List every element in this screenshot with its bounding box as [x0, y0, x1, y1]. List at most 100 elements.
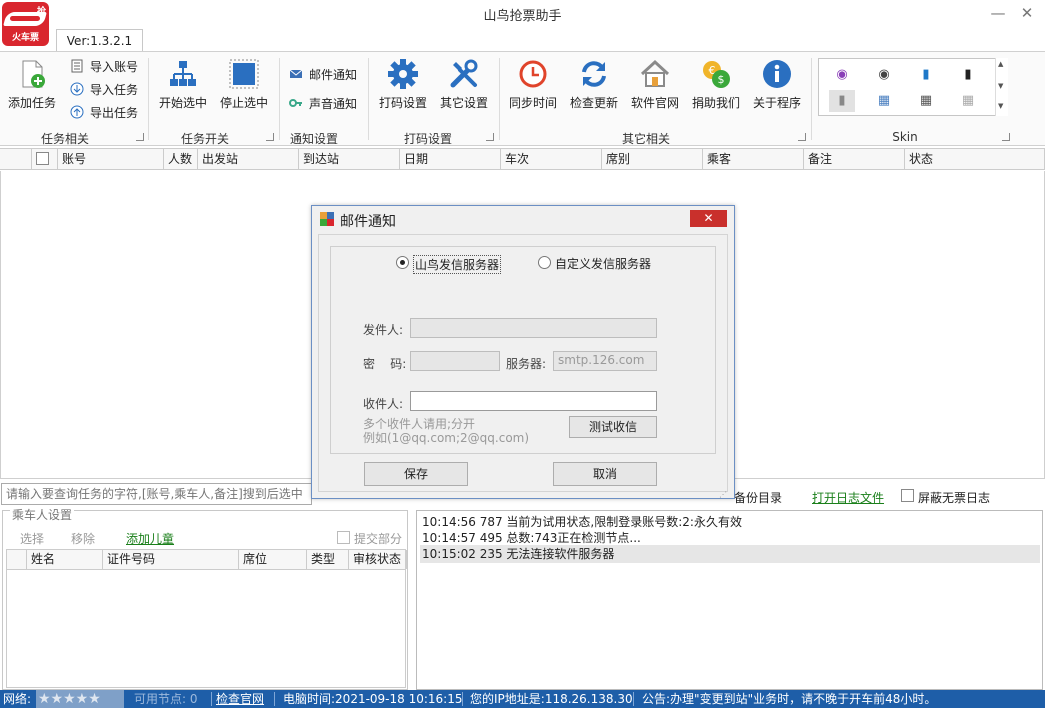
group-launcher[interactable] — [798, 133, 806, 141]
group-launcher[interactable] — [136, 133, 144, 141]
receiver-example: 例如(1@qq.com;2@qq.com) — [363, 431, 530, 445]
receiver-label: 收件人: — [363, 397, 404, 411]
document-icon — [71, 59, 83, 73]
captcha-settings-button[interactable]: 打码设置 — [374, 58, 432, 122]
column-header[interactable]: 类型 — [307, 550, 349, 569]
check-update-button[interactable]: 检查更新 — [566, 58, 622, 122]
office-logo-icon[interactable]: ▮ — [913, 64, 939, 86]
coins-icon: € $ — [703, 61, 730, 88]
key-icon — [289, 99, 302, 107]
app-logo[interactable]: 抢 火车票 — [2, 2, 49, 46]
close-button[interactable]: ✕ — [1016, 3, 1038, 23]
column-header[interactable]: 审核状态 — [349, 550, 407, 569]
hide-no-ticket-label: 屏蔽无票日志 — [918, 491, 991, 505]
import-account-button[interactable]: 导入账号 — [70, 57, 138, 77]
arrow-up-circle-icon — [70, 105, 84, 119]
test-receive-button[interactable]: 测试收信 — [569, 416, 657, 438]
builtin-server-label[interactable]: 山鸟发信服务器 — [413, 255, 502, 274]
version-tab[interactable]: Ver:1.3.2.1 — [56, 29, 143, 52]
password-input[interactable] — [410, 351, 500, 371]
server-input[interactable]: smtp.126.com — [553, 351, 657, 371]
stop-selected-button[interactable]: 停止选中 — [216, 58, 272, 122]
other-settings-button[interactable]: 其它设置 — [436, 58, 492, 122]
passenger-table-header: 姓名 证件号码 席位 类型 审核状态 — [6, 549, 407, 570]
import-task-button[interactable]: 导入任务 — [70, 80, 138, 100]
skin-theme-icon[interactable]: ◉ — [829, 64, 855, 86]
column-header[interactable]: 备注 — [804, 149, 905, 170]
submit-part-checkbox[interactable] — [337, 531, 350, 544]
backup-dir-link[interactable]: 备份目录 — [734, 489, 782, 506]
group-label-other: 其它相关 — [621, 132, 670, 146]
cancel-button[interactable]: 取消 — [553, 462, 657, 486]
resize-grip-icon[interactable]: ⋰ — [719, 490, 727, 499]
stop-square-icon — [229, 59, 259, 89]
sender-input[interactable] — [410, 318, 657, 338]
check-site-link[interactable]: 检查官网 — [216, 690, 264, 708]
column-header[interactable]: 姓名 — [27, 550, 103, 569]
dialog-close-button[interactable]: ✕ — [690, 210, 727, 227]
office-logo-icon[interactable]: ▮ — [955, 64, 981, 86]
notice: 公告:办理"变更到站"业务时，请不晚于开车前48小时。 — [642, 692, 937, 706]
column-header[interactable]: 席位 — [239, 550, 307, 569]
column-header[interactable]: 席别 — [602, 149, 703, 170]
mail-notify-button[interactable]: 邮件通知 — [289, 65, 357, 85]
arrow-down-circle-icon — [70, 82, 84, 96]
add-task-button[interactable]: 添加任务 — [6, 58, 58, 122]
save-button[interactable]: 保存 — [364, 462, 468, 486]
sound-notify-button[interactable]: 声音通知 — [289, 94, 357, 114]
column-header[interactable]: 状态 — [905, 149, 1045, 170]
column-header[interactable]: 日期 — [400, 149, 501, 170]
remove-passenger-button[interactable]: 移除 — [71, 530, 95, 547]
status-bar: 网络: ★★★★★ 可用节点: 0 检查官网 电脑时间:2021-09-18 1… — [0, 690, 1045, 708]
tools-icon — [450, 59, 478, 88]
skin-gallery[interactable]: ◉ ◉ ▮ ▮ ▮ ▦ ▦ ▦ — [818, 58, 1008, 116]
skin-scrollbar[interactable]: ▲ ▼ ▼ — [995, 58, 1008, 116]
group-launcher[interactable] — [486, 133, 494, 141]
task-search-input[interactable] — [1, 483, 312, 505]
group-launcher[interactable] — [1002, 133, 1010, 141]
column-header[interactable]: 乘客 — [703, 149, 804, 170]
donate-button[interactable]: € $ 捐助我们 — [688, 58, 744, 122]
grid-theme-icon[interactable]: ▦ — [871, 90, 897, 112]
network-rating: ★★★★★ — [36, 690, 124, 708]
group-label-task: 任务相关 — [40, 132, 89, 146]
available-nodes: 可用节点: 0 — [134, 692, 198, 706]
task-table-header: 账号 人数 出发站 到达站 日期 车次 席别 乘客 备注 状态 — [0, 148, 1045, 170]
hide-no-ticket-checkbox[interactable] — [901, 489, 914, 502]
svg-text:$: $ — [718, 73, 725, 86]
passenger-table-body[interactable] — [6, 570, 406, 688]
export-task-button[interactable]: 导出任务 — [70, 103, 138, 123]
custom-server-radio[interactable] — [538, 256, 551, 269]
column-header[interactable]: 到达站 — [299, 149, 400, 170]
grid-theme-icon[interactable]: ▦ — [955, 90, 981, 112]
column-header[interactable]: 车次 — [501, 149, 602, 170]
minimize-button[interactable]: — — [987, 3, 1009, 23]
sync-time-button[interactable]: 同步时间 — [505, 58, 561, 122]
receiver-input[interactable] — [410, 391, 657, 411]
office-logo-icon[interactable]: ▮ — [829, 90, 855, 112]
group-label-skin: Skin — [892, 130, 918, 144]
network-label: 网络: — [3, 692, 32, 706]
builtin-server-radio[interactable] — [396, 256, 409, 269]
add-child-link[interactable]: 添加儿童 — [126, 530, 174, 547]
select-passenger-button[interactable]: 选择 — [20, 530, 44, 547]
column-header[interactable]: 出发站 — [198, 149, 299, 170]
column-header[interactable]: 账号 — [58, 149, 164, 170]
group-label-switch: 任务开关 — [180, 132, 229, 146]
refresh-icon — [582, 61, 606, 87]
custom-server-label[interactable]: 自定义发信服务器 — [555, 255, 651, 272]
grid-theme-icon[interactable]: ▦ — [913, 90, 939, 112]
group-launcher[interactable] — [266, 133, 274, 141]
start-selected-button[interactable]: 开始选中 — [155, 58, 211, 122]
column-header[interactable]: 证件号码 — [103, 550, 239, 569]
about-button[interactable]: 关于程序 — [749, 58, 805, 122]
column-header[interactable]: 人数 — [164, 149, 198, 170]
ribbon: 添加任务 导入账号 导入任务 导出任务 任务相关 开始选中 停止选中 任务开关 … — [0, 51, 1045, 146]
log-line: 10:15:02 235 无法连接软件服务器 — [420, 545, 1040, 563]
select-all-checkbox[interactable] — [32, 149, 58, 170]
server-label: 服务器: — [506, 357, 547, 371]
website-button[interactable]: 软件官网 — [627, 58, 683, 122]
open-log-link[interactable]: 打开日志文件 — [812, 489, 884, 506]
password-label: 密 码: — [363, 357, 407, 371]
skin-theme-icon[interactable]: ◉ — [871, 64, 897, 86]
